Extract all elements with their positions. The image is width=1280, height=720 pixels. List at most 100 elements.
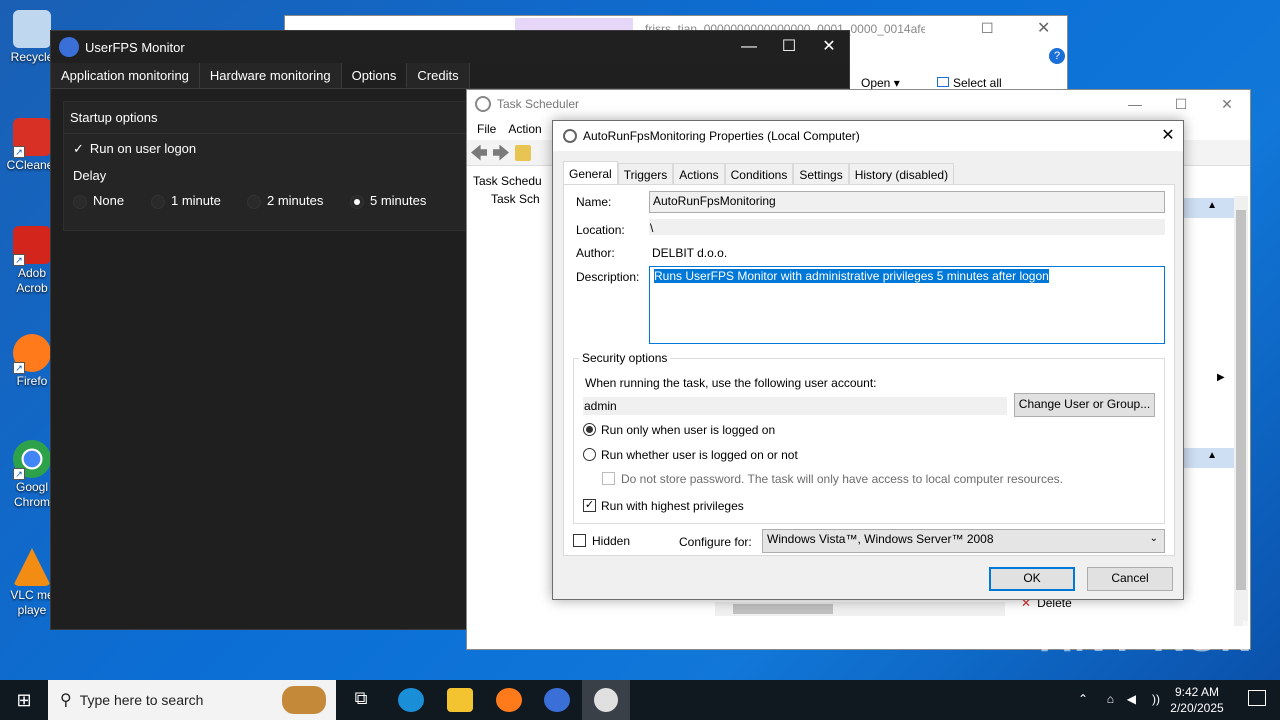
dialog-titlebar[interactable]: AutoRunFpsMonitoring Properties (Local C… [553, 121, 1183, 151]
scrollbar-thumb[interactable] [1236, 210, 1246, 590]
clock-icon [475, 96, 491, 112]
userfps-app-icon [59, 37, 79, 57]
explorer-maximize-icon[interactable]: ☐ [981, 20, 994, 37]
scrollbar-thumb[interactable] [733, 604, 833, 614]
collapse-up-icon: ▲ [1207, 200, 1217, 211]
menu-action[interactable]: Action [502, 118, 547, 140]
description-textarea[interactable]: Runs UserFPS Monitor with administrative… [649, 266, 1165, 344]
delay-2min-radio[interactable]: 2 minutes [247, 193, 323, 209]
tab-settings[interactable]: Settings [793, 163, 849, 185]
tab-conditions[interactable]: Conditions [724, 163, 794, 185]
ok-button[interactable]: OK [989, 567, 1075, 591]
chrome-icon: ↗ [13, 440, 51, 480]
vertical-scrollbar[interactable] [1234, 196, 1248, 626]
actions-pane-header[interactable]: ▲ [1183, 448, 1235, 468]
delay-5min-radio[interactable]: 5 minutes [350, 193, 426, 209]
name-label: Name: [576, 195, 612, 209]
run-only-logged-on-radio[interactable] [583, 423, 596, 436]
back-arrow-icon[interactable] [471, 144, 487, 161]
author-value: DELBIT d.o.o. [652, 246, 728, 260]
dialog-close-icon[interactable]: ✕ [1153, 121, 1183, 151]
cancel-button[interactable]: Cancel [1087, 567, 1173, 591]
open-button[interactable]: Open ▾ [861, 76, 900, 90]
maximize-icon[interactable]: ☐ [1158, 90, 1204, 118]
minimize-icon[interactable]: — [1112, 90, 1158, 118]
delay-option-label: 1 minute [171, 193, 221, 208]
security-options-legend: Security options [579, 351, 671, 365]
tab-credits[interactable]: Credits [407, 63, 470, 88]
file-explorer-icon[interactable] [447, 688, 473, 712]
desktop-icon-label: VLC me playe [10, 588, 54, 617]
forward-arrow-icon[interactable] [493, 144, 509, 161]
menu-file[interactable]: File [471, 118, 502, 140]
no-store-password-checkbox[interactable] [602, 472, 615, 485]
hidden-checkbox[interactable] [573, 534, 586, 547]
tab-actions[interactable]: Actions [673, 163, 725, 185]
close-icon[interactable]: ✕ [809, 31, 849, 63]
open-label: Open [861, 76, 891, 90]
run-on-logon-label: Run on user logon [89, 141, 197, 156]
windows-logo-icon: ⊞ [16, 690, 32, 710]
checkmark-icon: ✓ [584, 499, 595, 511]
chevron-up-icon[interactable]: ⌃ [1078, 692, 1088, 706]
configure-for-value: Windows Vista™, Windows Server™ 2008 [767, 532, 994, 546]
configure-for-select[interactable]: Windows Vista™, Windows Server™ 2008 ⌄ [762, 529, 1165, 553]
select-all-button[interactable]: Select all [937, 76, 1002, 90]
shortcut-arrow-icon: ↗ [13, 362, 25, 374]
firefox-icon: ↗ [13, 334, 51, 374]
desktop-icon-label: Firefo [16, 374, 48, 388]
delay-1min-radio[interactable]: 1 minute [151, 193, 221, 209]
minimize-icon[interactable]: — [729, 31, 769, 63]
firefox-icon[interactable] [496, 688, 522, 712]
run-on-logon-checkbox[interactable]: ✓ Run on user logon [73, 141, 196, 157]
userfps-taskbar-icon[interactable] [544, 688, 570, 712]
name-field[interactable]: AutoRunFpsMonitoring [649, 191, 1165, 213]
horizontal-scrollbar[interactable] [715, 602, 1005, 616]
search-highlight-icon [282, 686, 326, 714]
shortcut-arrow-icon: ↗ [13, 146, 25, 158]
user-account-value: admin [583, 397, 1007, 415]
start-button[interactable]: ⊞ [0, 680, 48, 720]
maximize-icon[interactable]: ☐ [769, 31, 809, 63]
configure-for-label: Configure for: [679, 535, 752, 549]
vlc-icon [13, 548, 51, 586]
dialog-tabs: General Triggers Actions Conditions Sett… [563, 161, 955, 185]
close-icon[interactable]: ✕ [1204, 90, 1250, 118]
change-user-button[interactable]: Change User or Group... [1014, 393, 1155, 417]
actions-pane-header[interactable]: ▲ [1183, 198, 1235, 218]
checkmark-icon: ✓ [73, 141, 84, 156]
tab-options[interactable]: Options [341, 63, 408, 88]
tray-date: 2/20/2025 [1170, 701, 1224, 715]
network-icon[interactable]: ⌂ [1107, 692, 1114, 706]
anyrun-watermark: ANY RUN [1040, 612, 1254, 661]
tree-item-task-scheduler[interactable]: Task Schedu [469, 172, 559, 190]
speaker-icon[interactable]: ◀ [1127, 692, 1136, 706]
tab-application-monitoring[interactable]: Application monitoring [51, 63, 200, 88]
help-icon[interactable]: ? [1049, 48, 1065, 64]
clock-icon [563, 129, 577, 143]
task-scheduler-taskbar-button[interactable] [582, 680, 630, 720]
author-label: Author: [576, 246, 615, 260]
submenu-arrow-icon[interactable]: ▶ [1217, 372, 1225, 383]
notification-icon[interactable] [1248, 690, 1266, 706]
clock-area[interactable]: 9:42 AM 2/20/2025 [1164, 684, 1230, 716]
search-placeholder: Type here to search [79, 692, 204, 708]
edge-icon[interactable] [398, 688, 424, 712]
tab-hardware-monitoring[interactable]: Hardware monitoring [199, 63, 342, 88]
tab-general[interactable]: General [563, 161, 618, 185]
task-scheduler-title: Task Scheduler [497, 97, 580, 111]
volume-icon[interactable]: )) [1152, 692, 1160, 706]
tab-history[interactable]: History (disabled) [848, 163, 955, 185]
tab-triggers[interactable]: Triggers [617, 163, 674, 185]
delay-none-radio[interactable]: None [73, 193, 124, 209]
explorer-close-icon[interactable]: ✕ [1037, 18, 1050, 38]
userfps-title: UserFPS Monitor [85, 39, 185, 55]
tree-item-task-scheduler-library[interactable]: Task Sch [469, 190, 559, 208]
up-folder-icon[interactable] [515, 144, 531, 161]
task-view-icon[interactable]: ⧉ [348, 688, 374, 712]
highest-privileges-checkbox[interactable]: ✓ [583, 499, 596, 512]
taskbar-search-box[interactable]: ⚲ Type here to search [48, 680, 336, 720]
account-prompt: When running the task, use the following… [585, 376, 877, 390]
run-whether-logged-on-radio[interactable] [583, 448, 596, 461]
radio-icon [151, 194, 165, 209]
